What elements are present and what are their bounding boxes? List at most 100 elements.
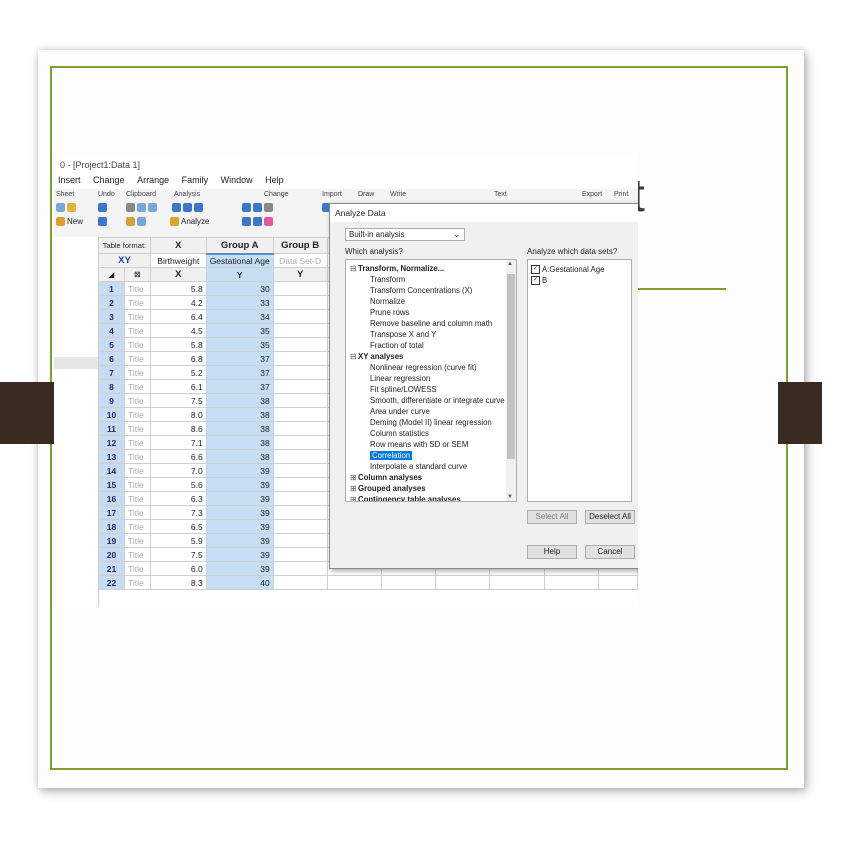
empty-cell[interactable] — [272, 561, 328, 576]
row-number[interactable]: 22 — [98, 575, 125, 590]
row-title-cell[interactable]: Title — [123, 491, 151, 506]
tree-item[interactable]: Prune rows — [370, 307, 409, 318]
row-number[interactable]: 11 — [98, 421, 125, 436]
group-a-header[interactable]: Group A — [205, 237, 274, 255]
row-title-cell[interactable]: Title — [123, 281, 151, 296]
tree-item[interactable]: Linear regression — [370, 373, 430, 384]
tree-item[interactable]: Transform — [370, 274, 405, 285]
x-value-cell[interactable]: 7.3 — [149, 505, 207, 520]
empty-cell[interactable] — [272, 281, 328, 296]
empty-cell[interactable] — [272, 309, 328, 324]
row-number[interactable]: 16 — [98, 491, 125, 506]
group-a-value-cell[interactable]: 39 — [205, 477, 274, 492]
x-value-cell[interactable]: 6.5 — [149, 519, 207, 534]
a-title-cell[interactable]: Gestational Age — [205, 253, 274, 268]
menu-arrange[interactable]: Arrange — [137, 175, 169, 185]
navigator-selected-row[interactable] — [54, 357, 98, 369]
x-value-cell[interactable]: 7.0 — [149, 463, 207, 478]
x-title-cell[interactable]: Birthweight — [149, 253, 207, 268]
tree-item[interactable]: Correlation — [370, 450, 413, 461]
change-tools[interactable] — [242, 203, 275, 213]
tree-item[interactable]: Smooth, differentiate or integrate curve — [370, 395, 505, 406]
tree-item[interactable]: Nonlinear regression (curve fit) — [370, 362, 477, 373]
tree-category[interactable]: ⊞Column analyses — [350, 472, 422, 483]
checkbox-checked-icon[interactable]: ✓ — [531, 265, 540, 275]
b-title-cell[interactable]: Data Set-D — [272, 253, 328, 268]
cut-copy-buttons[interactable] — [126, 203, 159, 213]
tree-category[interactable]: ⊞Contingency table analyses — [350, 494, 461, 501]
empty-cell[interactable] — [272, 547, 328, 562]
empty-cell[interactable] — [272, 393, 328, 408]
menu-window[interactable]: Window — [221, 175, 253, 185]
x-value-cell[interactable]: 6.0 — [149, 561, 207, 576]
group-a-value-cell[interactable]: 37 — [205, 351, 274, 366]
group-a-value-cell[interactable]: 39 — [205, 533, 274, 548]
empty-cell[interactable] — [489, 575, 545, 590]
group-a-value-cell[interactable]: 30 — [205, 281, 274, 296]
row-title-cell[interactable]: Title — [123, 449, 151, 464]
empty-cell[interactable] — [272, 533, 328, 548]
group-a-value-cell[interactable]: 34 — [205, 309, 274, 324]
x-value-cell[interactable]: 8.6 — [149, 421, 207, 436]
menu-insert[interactable]: Insert — [58, 175, 81, 185]
x-value-cell[interactable]: 6.8 — [149, 351, 207, 366]
group-a-value-cell[interactable]: 38 — [205, 421, 274, 436]
tree-item[interactable]: Transform Concentrations (X) — [370, 285, 472, 296]
empty-cell[interactable] — [272, 351, 328, 366]
row-title-cell[interactable]: Title — [123, 323, 151, 338]
row-title-cell[interactable]: Title — [123, 561, 151, 576]
group-a-value-cell[interactable]: 38 — [205, 407, 274, 422]
group-a-value-cell[interactable]: 35 — [205, 337, 274, 352]
change-tools-2[interactable] — [242, 217, 275, 227]
tree-item[interactable]: Interpolate a standard curve — [370, 461, 467, 472]
group-a-value-cell[interactable]: 38 — [205, 393, 274, 408]
x-value-cell[interactable]: 6.1 — [149, 379, 207, 394]
row-number[interactable]: 13 — [98, 449, 125, 464]
group-a-value-cell[interactable]: 38 — [205, 449, 274, 464]
group-b-header[interactable]: Group B — [272, 237, 328, 254]
column-x-header[interactable]: X — [149, 237, 207, 254]
checkbox-checked-icon[interactable]: ✓ — [531, 276, 540, 286]
row-number[interactable]: 17 — [98, 505, 125, 520]
row-number[interactable]: 7 — [98, 365, 125, 380]
expand-icon[interactable]: ⊞ — [350, 472, 358, 483]
group-a-value-cell[interactable]: 39 — [205, 505, 274, 520]
row-title-cell[interactable]: Title — [123, 407, 151, 422]
x-value-cell[interactable]: 7.5 — [149, 393, 207, 408]
scroll-up-icon[interactable]: ▲ — [507, 261, 513, 267]
tree-item[interactable]: Row means with SD or SEM — [370, 439, 468, 450]
empty-cell[interactable] — [272, 477, 328, 492]
scroll-down-icon[interactable]: ▼ — [507, 494, 513, 500]
empty-cell[interactable] — [272, 435, 328, 450]
menu-family[interactable]: Family — [182, 175, 209, 185]
empty-cell[interactable] — [272, 365, 328, 380]
new-button[interactable]: New — [56, 217, 83, 227]
row-number[interactable]: 1 — [98, 281, 125, 296]
row-title-cell[interactable]: Title — [123, 365, 151, 380]
row-title-cell[interactable]: Title — [123, 351, 151, 366]
help-button[interactable]: Help — [527, 545, 577, 559]
tree-category[interactable]: ⊟Transform, Normalize... — [350, 263, 444, 274]
group-a-value-cell[interactable]: 33 — [205, 295, 274, 310]
x-value-cell[interactable]: 5.6 — [149, 477, 207, 492]
empty-cell[interactable] — [326, 575, 382, 590]
tree-scrollbar[interactable]: ▲ ▼ — [506, 260, 516, 501]
row-title-cell[interactable]: Title — [123, 547, 151, 562]
empty-cell[interactable] — [272, 295, 328, 310]
empty-cell[interactable] — [435, 575, 491, 590]
group-a-value-cell[interactable]: 38 — [205, 435, 274, 450]
x-value-cell[interactable]: 4.2 — [149, 295, 207, 310]
empty-cell[interactable] — [272, 505, 328, 520]
tree-item[interactable]: Fit spline/LOWESS — [370, 384, 437, 395]
tree-item[interactable]: Deming (Model II) linear regression — [370, 417, 492, 428]
menu-change[interactable]: Change — [93, 175, 125, 185]
tree-category[interactable]: ⊟XY analyses — [350, 351, 403, 362]
sheet-tools[interactable] — [56, 203, 78, 213]
redo-button[interactable] — [98, 217, 109, 227]
tree-item[interactable]: Normalize — [370, 296, 405, 307]
row-title-cell[interactable]: Title — [123, 393, 151, 408]
x-value-cell[interactable]: 6.6 — [149, 449, 207, 464]
row-title-cell[interactable]: Title — [123, 421, 151, 436]
x-value-cell[interactable]: 5.8 — [149, 281, 207, 296]
row-title-cell[interactable]: Title — [123, 379, 151, 394]
